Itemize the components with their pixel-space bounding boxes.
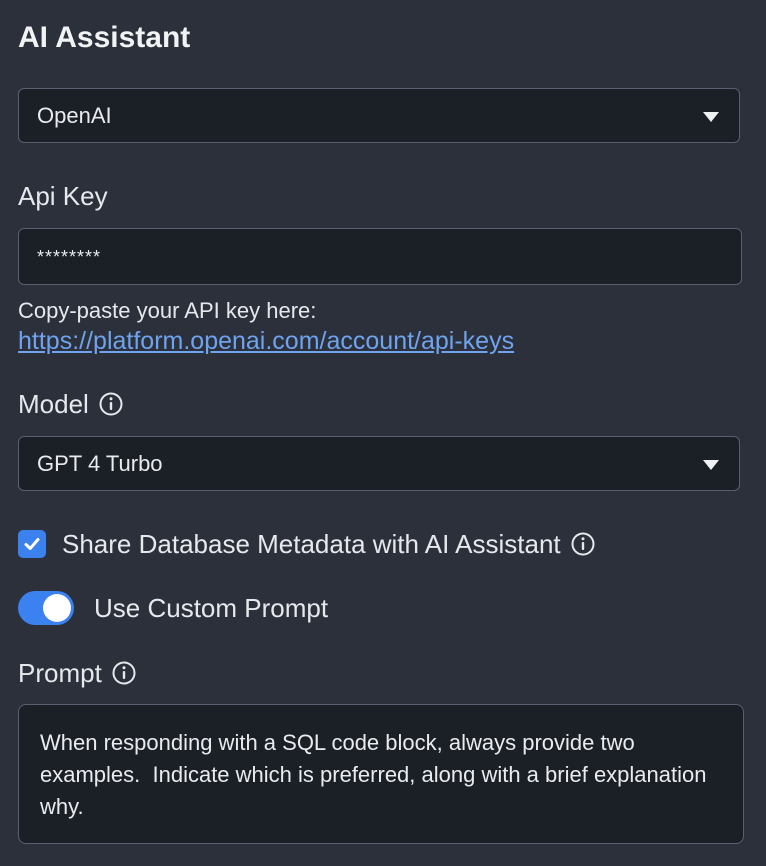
page-title: AI Assistant — [18, 21, 191, 54]
custom-prompt-label: Use Custom Prompt — [94, 593, 329, 623]
chevron-down-icon — [703, 112, 719, 122]
api-keys-link[interactable]: https://platform.openai.com/account/api-… — [18, 326, 514, 356]
api-key-hint: Copy-paste your API key here: https://pl… — [18, 296, 514, 356]
custom-prompt-toggle[interactable] — [18, 591, 74, 625]
provider-select-value: OpenAI — [37, 103, 112, 128]
api-key-input[interactable] — [35, 229, 719, 285]
prompt-label: Prompt — [18, 657, 136, 689]
api-key-label: Api Key — [18, 180, 108, 212]
info-icon[interactable] — [571, 532, 595, 556]
provider-select[interactable]: OpenAI — [18, 88, 740, 143]
model-label: Model — [18, 388, 123, 420]
api-key-field[interactable] — [18, 228, 742, 285]
ai-assistant-panel: AI Assistant OpenAI Api Key Copy-paste y… — [0, 0, 766, 866]
prompt-label-text: Prompt — [18, 658, 102, 688]
check-icon — [24, 538, 40, 550]
prompt-textarea[interactable]: When responding with a SQL code block, a… — [18, 704, 744, 844]
model-select-value: GPT 4 Turbo — [37, 451, 163, 476]
share-metadata-row: Share Database Metadata with AI Assistan… — [18, 528, 595, 560]
info-icon[interactable] — [112, 661, 136, 685]
api-key-label-text: Api Key — [18, 181, 108, 211]
chevron-down-icon — [703, 460, 719, 470]
model-label-text: Model — [18, 389, 89, 419]
custom-prompt-row: Use Custom Prompt — [18, 590, 328, 626]
toggle-knob — [43, 594, 71, 622]
share-metadata-label: Share Database Metadata with AI Assistan… — [62, 529, 561, 559]
share-metadata-checkbox[interactable] — [18, 530, 46, 558]
model-select[interactable]: GPT 4 Turbo — [18, 436, 740, 491]
info-icon[interactable] — [99, 392, 123, 416]
api-key-hint-text: Copy-paste your API key here: — [18, 298, 317, 323]
